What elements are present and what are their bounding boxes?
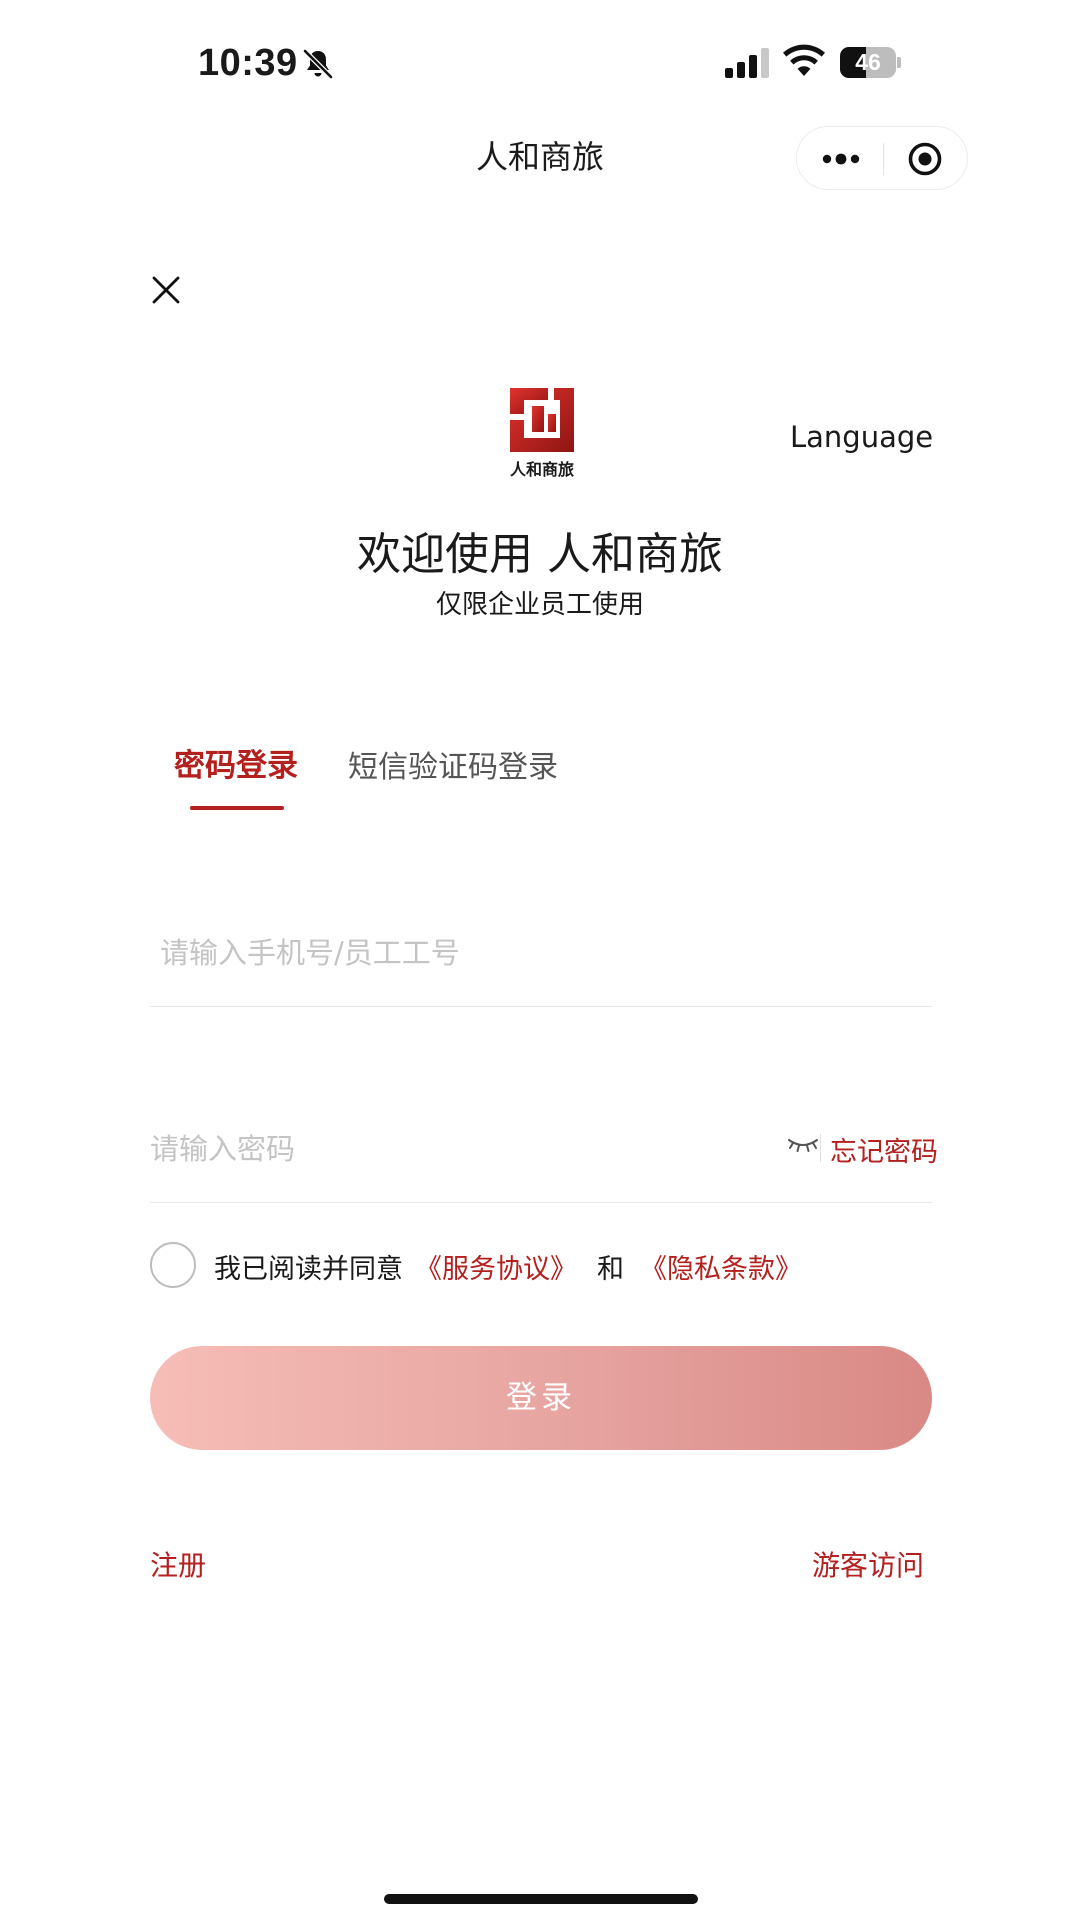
tab-sms-login[interactable]: 短信验证码登录 (348, 742, 558, 786)
more-icon[interactable] (819, 143, 863, 175)
battery-icon: 46 (840, 47, 901, 78)
phone-input-divider (150, 1006, 932, 1007)
wifi-icon (783, 44, 825, 76)
signal-icon (725, 48, 769, 78)
agreement-text: 我已阅读并同意 (214, 1254, 403, 1285)
password-input[interactable] (150, 1124, 770, 1174)
agreement-row: 我已阅读并同意 《服务协议》和《隐私条款》 (214, 1247, 802, 1286)
eye-closed-icon[interactable] (786, 1134, 820, 1156)
battery-body: 46 (840, 47, 896, 78)
battery-level-label: 46 (855, 49, 881, 75)
home-indicator (384, 1894, 698, 1904)
service-agreement-link[interactable]: 《服务协议》 (415, 1247, 577, 1286)
forgot-password-link[interactable]: 忘记密码 (830, 1130, 938, 1169)
battery-cap (897, 57, 901, 68)
phone-input[interactable] (160, 928, 940, 978)
welcome-subtitle: 仅限企业员工使用 (435, 590, 644, 620)
capsule-divider (883, 143, 884, 175)
privacy-terms-link[interactable]: 《隐私条款》 (640, 1247, 802, 1286)
bell-slash-icon (303, 49, 333, 79)
guest-access-link[interactable]: 游客访问 (812, 1544, 924, 1584)
tab-password-login[interactable]: 密码登录 (174, 740, 298, 785)
active-tab-indicator (190, 806, 284, 810)
login-button[interactable]: 登录 (150, 1346, 932, 1450)
agreement-checkbox[interactable] (150, 1242, 196, 1288)
close-icon[interactable] (150, 274, 182, 306)
login-page: 10:39 46 人和商旅 人和商旅 Language 欢迎使用 人和商旅 仅限… (0, 0, 1080, 1920)
password-input-divider (150, 1202, 932, 1203)
close-miniprogram-icon[interactable] (907, 141, 943, 177)
miniprogram-capsule (796, 126, 968, 190)
agreement-and: 和 (597, 1254, 624, 1285)
password-field-divider (820, 1134, 821, 1162)
status-time: 10:39 (198, 42, 298, 84)
logo-text: 人和商旅 (509, 460, 574, 479)
welcome-title: 欢迎使用 人和商旅 (357, 529, 723, 580)
register-link[interactable]: 注册 (150, 1544, 206, 1584)
language-switch[interactable]: Language (790, 420, 933, 454)
